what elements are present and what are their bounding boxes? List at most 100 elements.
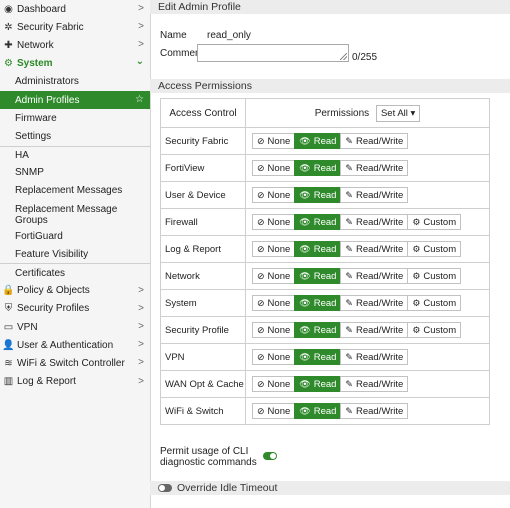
- comments-field[interactable]: [197, 44, 349, 62]
- main-panel: Edit Admin Profile Name read_only Commen…: [150, 0, 510, 508]
- none-icon: ⊘: [257, 297, 265, 308]
- cli-toggle[interactable]: [263, 452, 277, 460]
- custom-button[interactable]: ⚙ Custom: [407, 241, 462, 257]
- read-button[interactable]: 👁 Read: [294, 214, 342, 230]
- sidebar-item-dashboard[interactable]: ◉ Dashboard >: [0, 0, 150, 18]
- read-button[interactable]: 👁 Read: [294, 187, 342, 203]
- read-button[interactable]: 👁 Read: [294, 241, 342, 257]
- sidebar-item-ha[interactable]: HA: [0, 145, 150, 164]
- button-label: Read: [313, 216, 337, 228]
- rw-button[interactable]: ✎ Read/Write: [340, 322, 409, 338]
- sidebar-item-replacement-messages[interactable]: Replacement Messages: [0, 182, 150, 200]
- sidebar-item-firmware[interactable]: Firmware: [0, 109, 150, 127]
- sidebar-item-label: Administrators: [15, 76, 79, 88]
- sidebar-item-label: Firmware: [15, 112, 57, 124]
- none-icon: ⊘: [257, 270, 265, 281]
- sidebar-item-certificates[interactable]: Certificates: [0, 263, 150, 281]
- read-button[interactable]: 👁 Read: [294, 160, 342, 176]
- none-button[interactable]: ⊘ None: [252, 322, 296, 338]
- none-button[interactable]: ⊘ None: [252, 268, 296, 284]
- rw-button[interactable]: ✎ Read/Write: [340, 133, 409, 149]
- rw-button[interactable]: ✎ Read/Write: [340, 187, 409, 203]
- sidebar-item-admin-profiles[interactable]: Admin Profiles ☆: [0, 90, 150, 110]
- pencil-icon: ✎: [345, 243, 353, 254]
- shield-icon: ⛨: [4, 303, 13, 315]
- none-icon: ⊘: [257, 216, 265, 227]
- none-button[interactable]: ⊘ None: [252, 295, 296, 311]
- read-button[interactable]: 👁 Read: [294, 133, 342, 149]
- sidebar-item-fortiguard[interactable]: FortiGuard: [0, 227, 150, 245]
- sidebar-item-network[interactable]: ✚ Network >: [0, 36, 150, 54]
- sidebar-item-snmp[interactable]: SNMP: [0, 164, 150, 182]
- table-row: System ⊘ None 👁 Read ✎ Read/Write ⚙ Custom: [160, 289, 490, 317]
- rw-button[interactable]: ✎ Read/Write: [340, 403, 409, 419]
- rw-button[interactable]: ✎ Read/Write: [340, 241, 409, 257]
- button-label: Read/Write: [355, 162, 404, 174]
- none-button[interactable]: ⊘ None: [252, 187, 296, 203]
- button-label: Read/Write: [355, 405, 404, 417]
- rw-button[interactable]: ✎ Read/Write: [340, 376, 409, 392]
- gear-icon: ⚙: [4, 58, 13, 70]
- star-icon[interactable]: ☆: [135, 94, 144, 105]
- read-button[interactable]: 👁 Read: [294, 376, 342, 392]
- custom-button[interactable]: ⚙ Custom: [407, 214, 462, 230]
- none-button[interactable]: ⊘ None: [252, 349, 296, 365]
- table-row: Firewall ⊘ None 👁 Read ✎ Read/Write ⚙ Custom: [160, 208, 490, 236]
- sidebar-item-security-fabric[interactable]: ✲ Security Fabric >: [0, 18, 150, 36]
- read-button[interactable]: 👁 Read: [294, 403, 342, 419]
- permission-options: ⊘ None 👁 Read ✎ Read/Write ⚙ Custom: [245, 289, 490, 317]
- override-idle-toggle[interactable]: [158, 484, 172, 492]
- pencil-icon: ✎: [345, 162, 353, 173]
- sidebar-item-administrators[interactable]: Administrators: [0, 73, 150, 91]
- gear-icon: ⚙: [412, 216, 421, 227]
- sidebar-item-wifi-and-switch-controller[interactable]: ≋ WiFi & Switch Controller >: [0, 354, 150, 372]
- none-button[interactable]: ⊘ None: [252, 376, 296, 392]
- chevron-right-icon: >: [138, 284, 144, 296]
- read-button[interactable]: 👁 Read: [294, 295, 342, 311]
- none-button[interactable]: ⊘ None: [252, 403, 296, 419]
- sidebar-item-vpn[interactable]: ▭ VPN >: [0, 318, 150, 336]
- permission-name: User & Device: [160, 181, 246, 209]
- sidebar-item-security-profiles[interactable]: ⛨ Security Profiles >: [0, 300, 150, 318]
- button-label: Read/Write: [355, 270, 404, 282]
- resize-grip-icon[interactable]: [340, 53, 347, 60]
- sidebar-item-label: Feature Visibility: [15, 248, 89, 260]
- sidebar-item-replacement-message-groups[interactable]: Replacement Message Groups: [0, 200, 150, 227]
- none-button[interactable]: ⊘ None: [252, 214, 296, 230]
- dashboard-icon: ◉: [4, 3, 13, 15]
- sidebar-item-user-and-authentication[interactable]: 👤 User & Authentication >: [0, 336, 150, 354]
- none-icon: ⊘: [257, 189, 265, 200]
- permission-name: Security Fabric: [160, 127, 246, 155]
- table-row: User & Device ⊘ None 👁 Read ✎ Read/Write: [160, 181, 490, 209]
- sidebar-item-log-and-report[interactable]: ▥ Log & Report >: [0, 373, 150, 391]
- access-control-header: Access Control: [160, 98, 246, 128]
- custom-button[interactable]: ⚙ Custom: [407, 322, 462, 338]
- gear-icon: ⚙: [412, 243, 421, 254]
- sidebar-item-system[interactable]: ⚙ System ⌄: [0, 55, 150, 73]
- rw-button[interactable]: ✎ Read/Write: [340, 268, 409, 284]
- none-button[interactable]: ⊘ None: [252, 160, 296, 176]
- read-button[interactable]: 👁 Read: [294, 349, 342, 365]
- chevron-right-icon: >: [138, 357, 144, 369]
- permission-options: ⊘ None 👁 Read ✎ Read/Write ⚙ Custom: [245, 262, 490, 290]
- sidebar-item-settings[interactable]: Settings: [0, 127, 150, 145]
- set-all-dropdown[interactable]: Set All ▾: [375, 104, 421, 122]
- table-row: FortiView ⊘ None 👁 Read ✎ Read/Write: [160, 154, 490, 182]
- rw-button[interactable]: ✎ Read/Write: [340, 160, 409, 176]
- button-label: Custom: [423, 297, 457, 309]
- rw-button[interactable]: ✎ Read/Write: [340, 214, 409, 230]
- button-label: Read/Write: [355, 351, 404, 363]
- sidebar-item-policy-and-objects[interactable]: 🔒 Policy & Objects >: [0, 282, 150, 300]
- chevron-right-icon: >: [138, 3, 144, 14]
- none-button[interactable]: ⊘ None: [252, 133, 296, 149]
- read-button[interactable]: 👁 Read: [294, 268, 342, 284]
- sidebar-item-feature-visibility[interactable]: Feature Visibility: [0, 245, 150, 263]
- monitor-icon: ▭: [3, 321, 14, 333]
- none-button[interactable]: ⊘ None: [252, 241, 296, 257]
- custom-button[interactable]: ⚙ Custom: [407, 295, 462, 311]
- rw-button[interactable]: ✎ Read/Write: [340, 349, 409, 365]
- rw-button[interactable]: ✎ Read/Write: [340, 295, 409, 311]
- permissions-header-label: Permissions: [314, 107, 370, 119]
- custom-button[interactable]: ⚙ Custom: [407, 268, 462, 284]
- read-button[interactable]: 👁 Read: [294, 322, 342, 338]
